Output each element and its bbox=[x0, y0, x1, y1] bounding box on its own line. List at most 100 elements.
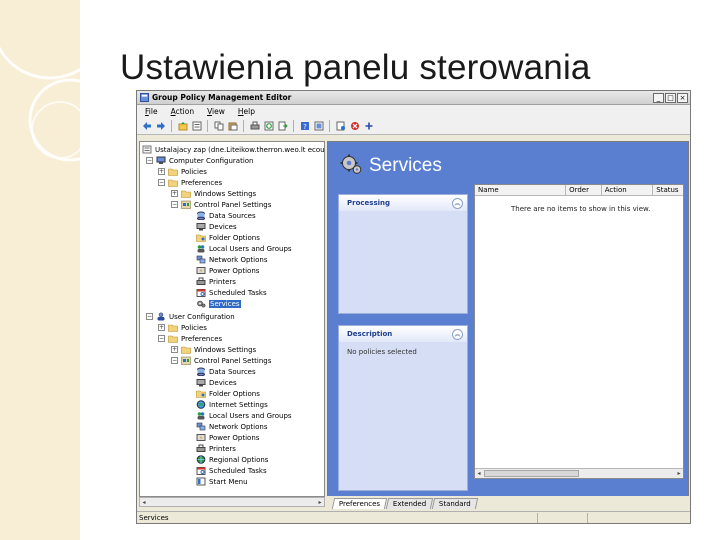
tree-label: Local Users and Groups bbox=[209, 244, 292, 253]
collapse-toggle[interactable]: − bbox=[146, 313, 153, 320]
column-header-order[interactable]: Order bbox=[566, 185, 602, 195]
minimize-button[interactable]: _ bbox=[653, 92, 664, 103]
tree-item-root[interactable]: Ustalajacy zap (dne.Liteikow.therron.weo… bbox=[142, 144, 325, 155]
properties-icon[interactable] bbox=[191, 121, 202, 132]
tree-item-cc-power-options[interactable]: Power Options bbox=[196, 265, 259, 276]
processing-panel: Processing ︽ bbox=[338, 194, 468, 314]
tree-label: Windows Settings bbox=[194, 345, 257, 354]
scrollbar-thumb[interactable] bbox=[484, 470, 579, 477]
expand-toggle[interactable]: + bbox=[171, 190, 178, 197]
tree-item-uc-power-options[interactable]: Power Options bbox=[196, 432, 259, 443]
tree-item-uc-control-panel-settings[interactable]: − Control Panel Settings bbox=[171, 355, 271, 366]
tree-item-uc-local-users-groups[interactable]: Local Users and Groups bbox=[196, 410, 292, 421]
control-panel-icon bbox=[181, 200, 191, 209]
collapse-toggle[interactable]: − bbox=[171, 201, 178, 208]
paste-icon[interactable] bbox=[227, 121, 238, 132]
close-button[interactable]: × bbox=[677, 92, 688, 103]
scroll-right-icon[interactable]: ▸ bbox=[316, 499, 324, 506]
tree-horizontal-scrollbar[interactable]: ◂ ▸ bbox=[139, 497, 325, 507]
menu-view[interactable]: View bbox=[207, 107, 225, 116]
tab-standard[interactable]: Standard bbox=[432, 498, 479, 509]
tab-extended[interactable]: Extended bbox=[386, 498, 434, 509]
tree-item-user-configuration[interactable]: − User Configuration bbox=[146, 311, 235, 322]
collapse-up-icon[interactable]: ︽ bbox=[452, 328, 463, 340]
tree-item-uc-printers[interactable]: Printers bbox=[196, 443, 236, 454]
tree-item-uc-start-menu[interactable]: Start Menu bbox=[196, 476, 248, 487]
data-sources-icon bbox=[197, 367, 205, 376]
title-bar[interactable]: Group Policy Management Editor _ □ × bbox=[137, 91, 690, 105]
tree-item-cc-devices[interactable]: Devices bbox=[196, 221, 237, 232]
tree-item-cc-local-users-groups[interactable]: Local Users and Groups bbox=[196, 243, 292, 254]
copy-icon[interactable] bbox=[213, 121, 224, 132]
tree-item-cc-folder-options[interactable]: Folder Options bbox=[196, 232, 260, 243]
items-list-view[interactable]: Name Order Action Status There are no it… bbox=[474, 184, 684, 479]
expand-toggle[interactable]: + bbox=[158, 168, 165, 175]
user-icon bbox=[157, 312, 165, 321]
forward-arrow-icon[interactable] bbox=[155, 121, 166, 132]
tree-item-uc-data-sources[interactable]: Data Sources bbox=[196, 366, 256, 377]
tree-item-uc-preferences[interactable]: − Preferences bbox=[158, 333, 222, 344]
tree-item-cc-network-options[interactable]: Network Options bbox=[196, 254, 267, 265]
menu-action[interactable]: Action bbox=[171, 107, 195, 116]
status-cell bbox=[587, 512, 637, 523]
gpme-window: Group Policy Management Editor _ □ × Fil… bbox=[136, 90, 691, 524]
tree-label: Regional Options bbox=[209, 455, 269, 464]
export-icon[interactable] bbox=[277, 121, 288, 132]
collapse-toggle[interactable]: − bbox=[146, 157, 153, 164]
tree-item-cc-scheduled-tasks[interactable]: Scheduled Tasks bbox=[196, 287, 267, 298]
collapse-toggle[interactable]: − bbox=[158, 179, 165, 186]
column-header-action[interactable]: Action bbox=[602, 185, 654, 195]
up-folder-icon[interactable] bbox=[177, 121, 188, 132]
tree-item-cc-windows-settings[interactable]: + Windows Settings bbox=[171, 188, 256, 199]
tree-label: Ustalajacy zap (dne.Liteikow.therron.weo… bbox=[155, 145, 325, 154]
tree-item-uc-network-options[interactable]: Network Options bbox=[196, 421, 267, 432]
maximize-button[interactable]: □ bbox=[665, 92, 676, 103]
tree-item-cc-data-sources[interactable]: Data Sources bbox=[196, 210, 256, 221]
delete-icon[interactable] bbox=[349, 121, 360, 132]
list-horizontal-scrollbar[interactable]: ◂ ▸ bbox=[475, 468, 683, 478]
tree-item-cc-services[interactable]: Services bbox=[196, 298, 241, 309]
tree-label: Devices bbox=[209, 222, 237, 231]
tree-item-uc-folder-options[interactable]: Folder Options bbox=[196, 388, 260, 399]
print-icon[interactable] bbox=[249, 121, 260, 132]
collapse-toggle[interactable]: − bbox=[158, 335, 165, 342]
tree-item-cc-preferences[interactable]: − Preferences bbox=[158, 177, 222, 188]
expand-toggle[interactable]: + bbox=[171, 346, 178, 353]
tree-label: Preferences bbox=[181, 334, 223, 343]
scroll-left-icon[interactable]: ◂ bbox=[140, 499, 148, 506]
power-icon bbox=[196, 434, 206, 441]
tree-item-uc-internet-settings[interactable]: Internet Settings bbox=[196, 399, 268, 410]
processing-panel-header[interactable]: Processing ︽ bbox=[339, 195, 467, 211]
help-topics-icon[interactable] bbox=[313, 121, 324, 132]
expand-toggle[interactable]: + bbox=[158, 324, 165, 331]
tree-item-uc-policies[interactable]: + Policies bbox=[158, 322, 207, 333]
description-panel-header[interactable]: Description ︽ bbox=[339, 326, 467, 342]
column-header-status[interactable]: Status bbox=[653, 185, 683, 195]
menu-help[interactable]: Help bbox=[238, 107, 255, 116]
tree-label: Network Options bbox=[209, 255, 268, 264]
refresh-icon[interactable] bbox=[263, 121, 274, 132]
tree-item-cc-control-panel-settings[interactable]: − Control Panel Settings bbox=[171, 199, 271, 210]
tree-item-uc-scheduled-tasks[interactable]: Scheduled Tasks bbox=[196, 465, 267, 476]
tree-label: Policies bbox=[181, 323, 207, 332]
scroll-left-icon[interactable]: ◂ bbox=[475, 470, 483, 477]
folder-options-icon bbox=[196, 234, 206, 242]
tree-item-computer-configuration[interactable]: − Computer Configuration bbox=[146, 155, 254, 166]
collapse-toggle[interactable]: − bbox=[171, 357, 178, 364]
tree-item-uc-devices[interactable]: Devices bbox=[196, 377, 237, 388]
tree-item-cc-printers[interactable]: Printers bbox=[196, 276, 236, 287]
menu-file[interactable]: File bbox=[145, 107, 158, 116]
scroll-right-icon[interactable]: ▸ bbox=[675, 470, 683, 477]
tab-label: Preferences bbox=[338, 500, 381, 508]
tree-label: Control Panel Settings bbox=[194, 356, 272, 365]
tree-item-cc-policies[interactable]: + Policies bbox=[158, 166, 207, 177]
add-icon[interactable] bbox=[363, 121, 374, 132]
tree-item-uc-regional-options[interactable]: Regional Options bbox=[196, 454, 268, 465]
tree-item-uc-windows-settings[interactable]: + Windows Settings bbox=[171, 344, 256, 355]
help-icon[interactable]: ? bbox=[299, 121, 310, 132]
new-item-icon[interactable] bbox=[335, 121, 346, 132]
collapse-up-icon[interactable]: ︽ bbox=[452, 197, 463, 209]
column-header-name[interactable]: Name bbox=[475, 185, 567, 195]
tab-preferences[interactable]: Preferences bbox=[331, 498, 388, 509]
back-arrow-icon[interactable] bbox=[141, 121, 152, 132]
